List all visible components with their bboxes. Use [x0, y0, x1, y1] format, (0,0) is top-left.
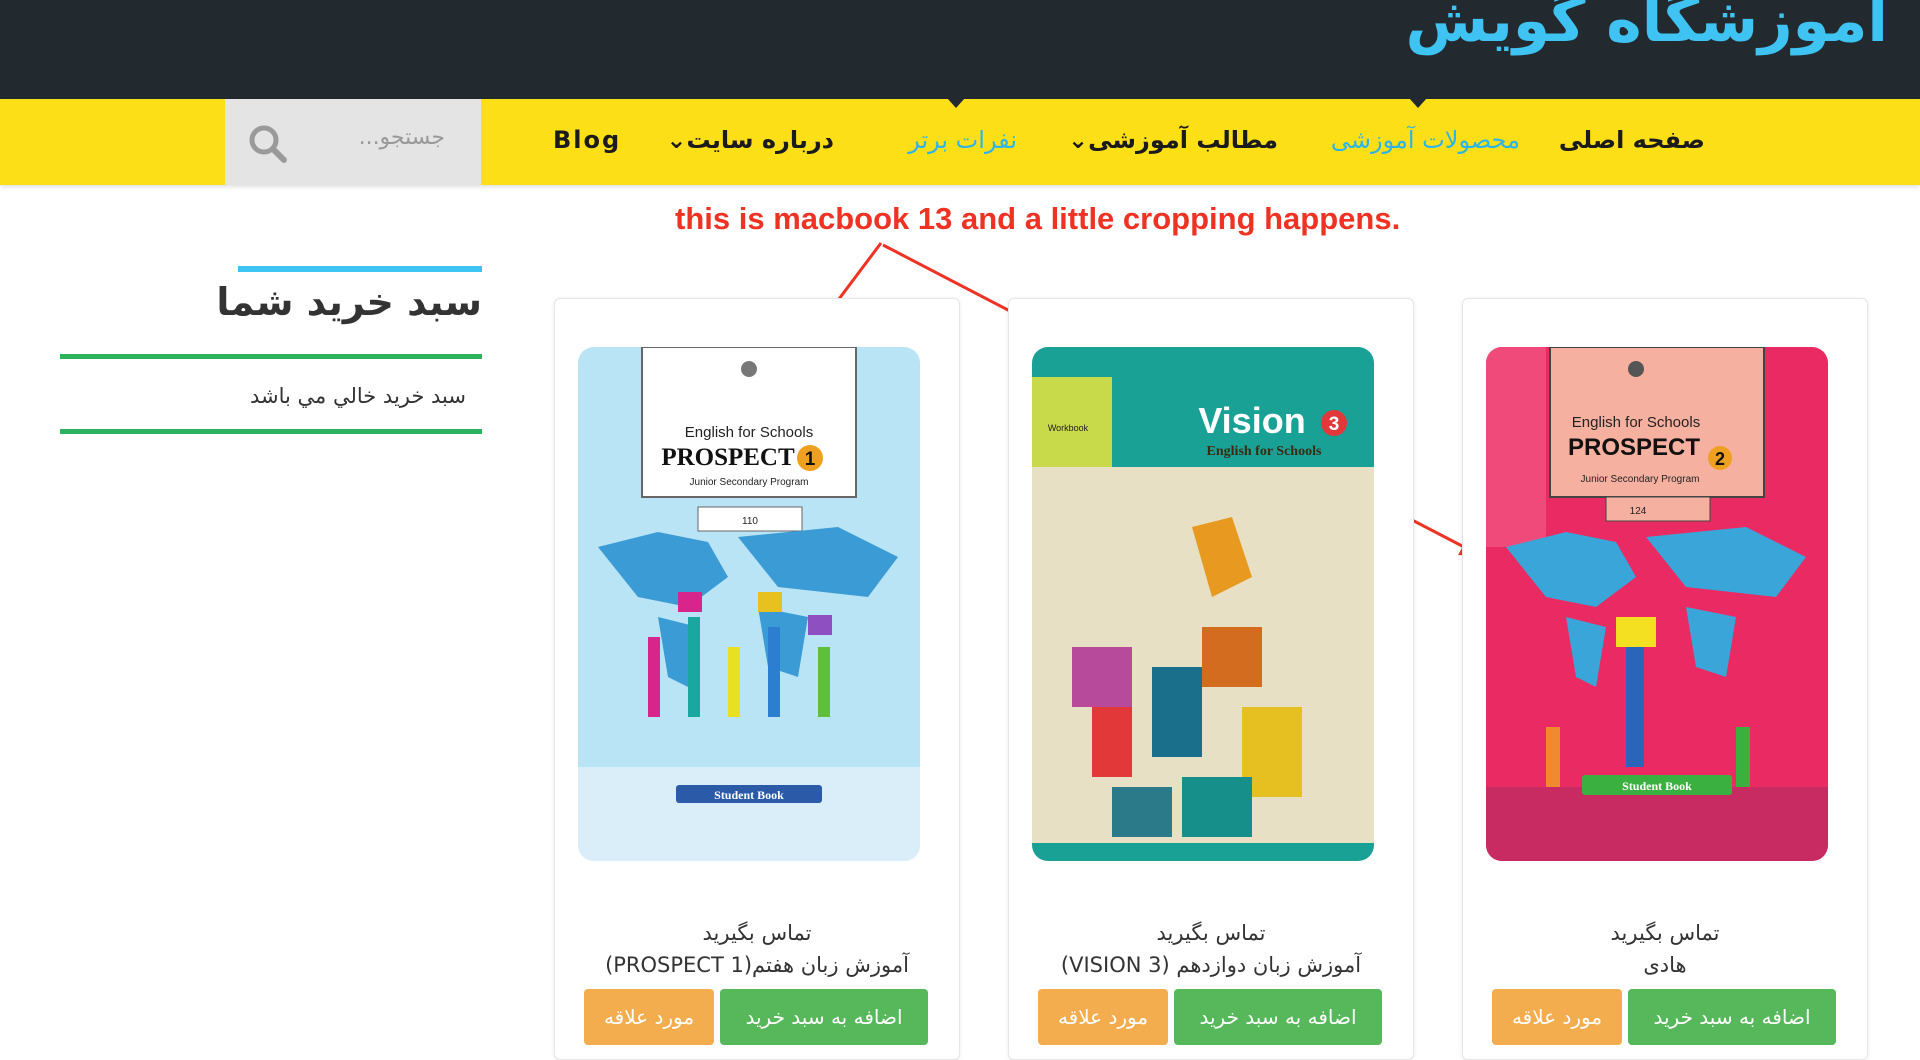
contact-text: تماس بگیرید	[1156, 921, 1266, 945]
contact-text: تماس بگیرید	[1610, 921, 1720, 945]
book-cover-image[interactable]: English for Schools PROSPECT 2 Junior Se…	[1486, 347, 1828, 861]
search-placeholder: جستجو...	[358, 125, 445, 150]
cover-line2: PROSPECT	[1568, 434, 1700, 461]
contact-text: تماس بگیرید	[702, 921, 812, 945]
product-title[interactable]: هادی	[1463, 953, 1867, 977]
nav-item-top-students[interactable]: نفرات برتر	[908, 126, 1017, 154]
product-title[interactable]: آموزش زبان هفتم(PROSPECT 1)	[555, 953, 959, 977]
cover-line1: Vision	[1198, 400, 1305, 441]
nav-item-blog[interactable]: Blog	[553, 126, 621, 154]
cart-accent-line	[238, 266, 482, 272]
active-caret-icon	[1409, 98, 1427, 108]
cover-badge: 2	[1715, 449, 1725, 469]
cover-line2: PROSPECT	[661, 444, 795, 471]
product-card: English for Schools PROSPECT 2 Junior Se…	[1462, 298, 1868, 1060]
cover-badge: 1	[805, 449, 816, 470]
product-title[interactable]: آموزش زبان دوازدهم (VISION 3)	[1009, 953, 1413, 977]
product-card: Workbook Vision 3 English for Schools تم…	[1008, 298, 1414, 1060]
cover-tag: Workbook	[1048, 423, 1089, 433]
search-icon[interactable]	[247, 123, 289, 165]
nav-item-home[interactable]: صفحه اصلی	[1559, 126, 1705, 154]
cover-line1: English for Schools	[685, 424, 813, 441]
nav-item-about[interactable]: درباره سایت⌄	[666, 126, 834, 154]
cover-bottom: Student Book	[714, 788, 784, 802]
wishlist-button[interactable]: مورد علاقه	[584, 989, 714, 1045]
annotation-text: this is macbook 13 and a little cropping…	[675, 201, 1401, 236]
nav-item-products[interactable]: محصولات آموزشی	[1331, 126, 1520, 154]
cover-line1: English for Schools	[1572, 414, 1700, 431]
header-bar: آموزشگاه گویش	[0, 0, 1920, 99]
nav-item-products-label: محصولات آموزشی	[1330, 126, 1520, 154]
product-card: English for Schools PROSPECT 1 Junior Se…	[554, 298, 960, 1060]
nav-item-about-label: درباره سایت	[686, 126, 834, 154]
cart-divider	[60, 354, 482, 359]
search-input[interactable]: جستجو...	[225, 99, 481, 185]
chevron-down-icon: ⌄	[666, 126, 687, 154]
nav-item-articles-label: مطالب آموزشی	[1088, 126, 1278, 154]
cover-code: 110	[742, 516, 758, 527]
cart-title: سبد خرید شما	[216, 280, 482, 324]
cover-line2: English for Schools	[1207, 444, 1322, 459]
hover-caret-icon	[947, 98, 965, 108]
nav-item-top-students-label: نفرات برتر	[908, 126, 1017, 154]
cart-divider	[60, 429, 482, 434]
cover-bottom: Student Book	[1622, 779, 1692, 793]
cover-line3: Junior Secondary Program	[1581, 474, 1700, 485]
site-title[interactable]: آموزشگاه گویش	[1406, 0, 1888, 56]
add-to-cart-button[interactable]: اضافه به سبد خرید	[1628, 989, 1836, 1045]
cover-line3: Junior Secondary Program	[690, 477, 809, 488]
wishlist-button[interactable]: مورد علاقه	[1492, 989, 1622, 1045]
book-cover-image[interactable]: English for Schools PROSPECT 1 Junior Se…	[578, 347, 920, 861]
chevron-down-icon: ⌄	[1068, 126, 1089, 154]
nav-item-articles[interactable]: مطالب آموزشی⌄	[1068, 126, 1278, 154]
cover-badge: 3	[1329, 414, 1340, 435]
wishlist-button[interactable]: مورد علاقه	[1038, 989, 1168, 1045]
book-cover-image[interactable]: Workbook Vision 3 English for Schools	[1032, 347, 1374, 861]
cart-empty-text: سبد خرید خالي مي باشد	[250, 384, 466, 408]
cover-code: 124	[1630, 506, 1647, 517]
add-to-cart-button[interactable]: اضافه به سبد خرید	[1174, 989, 1382, 1045]
add-to-cart-button[interactable]: اضافه به سبد خرید	[720, 989, 928, 1045]
